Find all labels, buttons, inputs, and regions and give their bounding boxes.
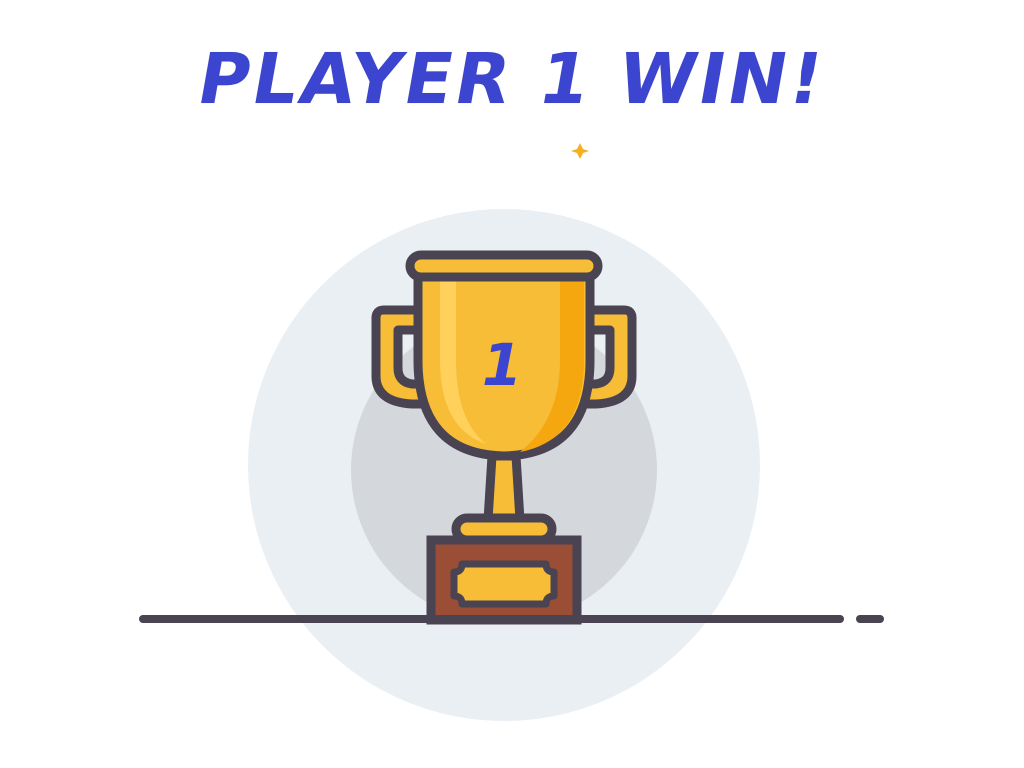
trophy-stem	[483, 451, 525, 525]
trophy-plaque	[450, 560, 558, 608]
trophy-rank-number: 1	[482, 331, 522, 399]
trophy-scene: 1	[139, 143, 884, 721]
trophy-rim	[405, 250, 603, 282]
sparkle-icon	[571, 143, 589, 159]
